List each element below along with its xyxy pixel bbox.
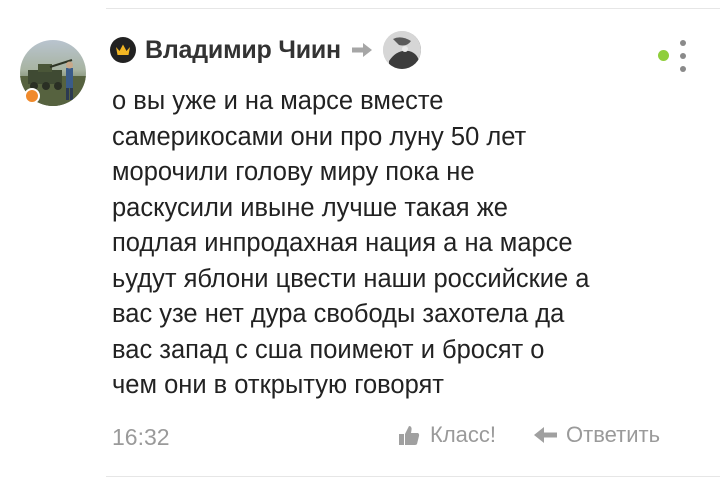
comment-header: Владимир Чиин [110,30,421,70]
reply-target-avatar[interactable] [382,31,421,69]
reply-back-arrow-icon [534,427,558,443]
author-name[interactable]: Владимир Чиин [145,36,341,65]
like-button[interactable]: Класс! [398,422,496,448]
author-avatar[interactable] [20,40,86,106]
reply-label: Ответить [566,422,661,447]
comment-footer: 16:32 Класс! Ответить [112,422,692,456]
thumbs-up-icon [398,424,420,446]
reply-arrow-icon [351,43,373,57]
comment-text: о вы уже и на марсе вместе самерикосами … [112,87,590,399]
top-divider [106,8,720,9]
reply-button[interactable]: Ответить [534,422,660,448]
online-indicator [24,88,40,104]
more-menu-icon[interactable] [652,36,692,76]
like-label: Класс! [430,422,496,447]
comment-time: 16:32 [112,424,170,450]
status-dot [658,50,669,61]
crown-icon [110,37,136,63]
bottom-divider [106,476,720,477]
